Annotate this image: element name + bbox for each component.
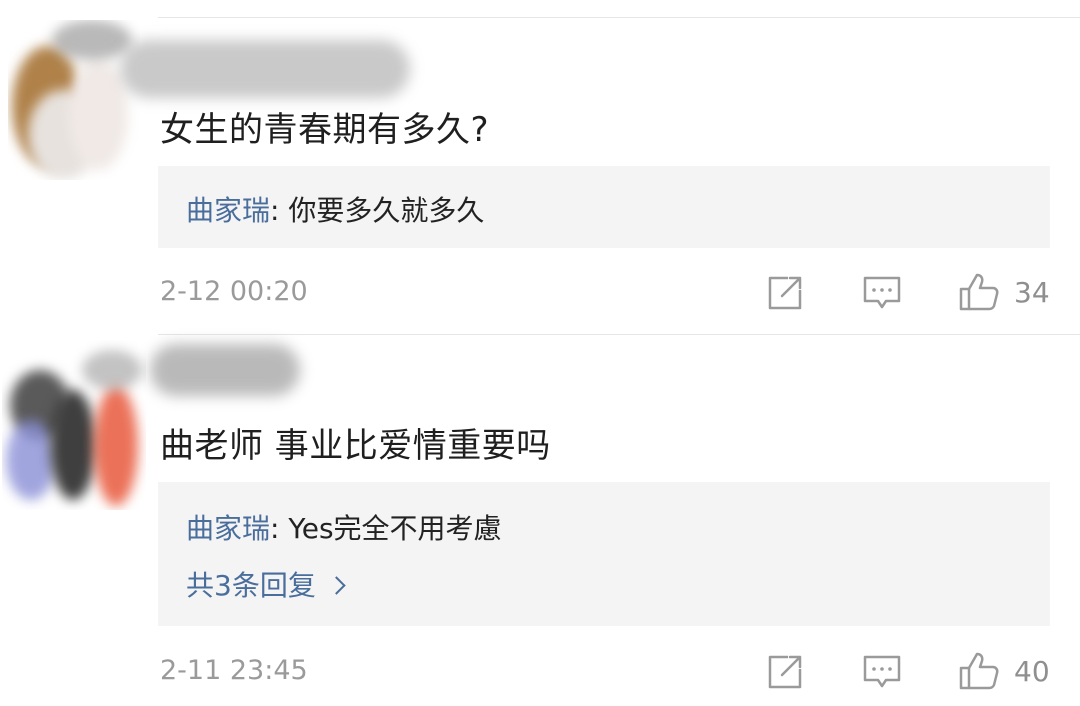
reply-text: Yes完全不用考慮 [288,512,502,545]
thumbs-up-icon [959,273,999,311]
comment-text: 女生的青春期有多久? [160,110,490,150]
comment-list: 女生的青春期有多久? 曲家瑞: 你要多久就多久 2-12 00:20 34 曲老… [0,0,1080,706]
reply-button[interactable] [862,653,902,691]
like-button[interactable]: 34 [958,272,1050,312]
avatar[interactable] [2,340,146,510]
share-icon [768,655,802,689]
share-button[interactable] [766,653,804,691]
like-count: 34 [1014,275,1050,309]
comment-timestamp: 2-11 23:45 [160,655,308,686]
share-icon [768,276,802,310]
avatar[interactable] [8,20,140,180]
more-replies-label: 共3条回复 [186,569,316,602]
thumbs-up-icon [959,652,999,690]
reply-line: 曲家瑞: Yes完全不用考慮 [186,507,502,547]
top-divider [158,17,1080,18]
reply-preview[interactable]: 曲家瑞: 你要多久就多久 [158,166,1050,248]
comment-icon [863,655,901,688]
reply-author[interactable]: 曲家瑞 [186,512,270,545]
comment-icon [863,276,901,309]
username-obscured [150,344,300,396]
reply-separator: : [270,194,289,227]
comment-divider [158,334,1080,335]
reply-button[interactable] [862,274,902,312]
reply-separator: : [270,512,289,545]
reply-preview[interactable]: 曲家瑞: Yes完全不用考慮 共3条回复 [158,482,1050,626]
reply-author[interactable]: 曲家瑞 [186,194,270,227]
chevron-right-icon [327,576,346,595]
view-more-replies-link[interactable]: 共3条回复 [186,564,346,604]
like-count: 40 [1014,654,1050,688]
username-obscured [120,40,410,98]
reply-text: 你要多久就多久 [288,194,485,227]
like-button[interactable]: 40 [958,651,1050,691]
comment-text: 曲老师 事业比爱情重要吗 [160,426,551,466]
reply-line: 曲家瑞: 你要多久就多久 [186,189,484,229]
share-button[interactable] [766,274,804,312]
comment-timestamp: 2-12 00:20 [160,276,308,307]
